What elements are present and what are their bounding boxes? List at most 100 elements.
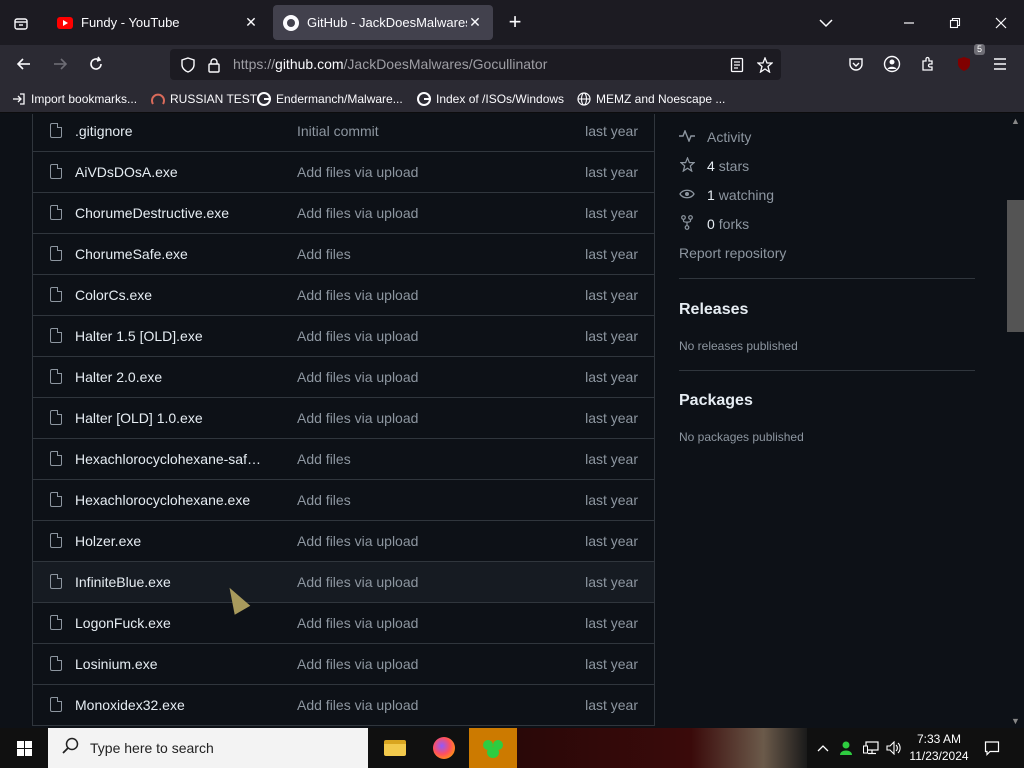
file-row[interactable]: Holzer.exe Add files via upload last year — [33, 520, 654, 561]
close-tab-icon[interactable]: ✕ — [467, 14, 483, 31]
ublock-button[interactable]: 5 — [949, 44, 985, 79]
scroll-thumb[interactable] — [1007, 200, 1024, 332]
commit-message-link[interactable]: Add files via upload — [297, 615, 418, 631]
file-icon — [50, 123, 62, 138]
extensions-button[interactable] — [913, 49, 943, 79]
show-hidden-icons-button[interactable] — [814, 728, 832, 768]
commit-message-link[interactable]: Add files — [297, 492, 351, 508]
releases-heading[interactable]: Releases — [679, 301, 748, 319]
taskbar-firefox[interactable] — [420, 728, 468, 768]
minimize-button[interactable] — [886, 0, 932, 45]
commit-message-link[interactable]: Add files via upload — [297, 164, 418, 180]
close-tab-icon[interactable]: ✕ — [243, 14, 259, 31]
file-name-link[interactable]: AiVDsDOsA.exe — [75, 164, 178, 180]
file-name-link[interactable]: ChorumeDestructive.exe — [75, 205, 229, 221]
stars-link[interactable]: 4 stars — [678, 156, 749, 176]
file-row[interactable]: InfiniteBlue.exe Add files via upload last… — [33, 561, 654, 602]
file-name-link[interactable]: Hexachlorocyclohexane-safet... — [75, 451, 265, 467]
tab-list-button[interactable] — [0, 0, 42, 45]
commit-message-link[interactable]: Initial commit — [297, 123, 379, 139]
file-row[interactable]: Losinium.exe Add files via upload last yea… — [33, 643, 654, 684]
file-name-link[interactable]: Losinium.exe — [75, 656, 158, 672]
file-row[interactable]: Halter [OLD] 1.0.exe Add files via upload… — [33, 397, 654, 438]
url-text[interactable]: https://github.com/JackDoesMalwares/Gocu… — [233, 49, 547, 80]
commit-message-link[interactable]: Add files via upload — [297, 287, 418, 303]
file-name-link[interactable]: Hexachlorocyclohexane.exe — [75, 492, 250, 508]
file-name-link[interactable]: Halter 1.5 [OLD].exe — [75, 328, 203, 344]
file-row[interactable]: Halter 2.0.exe Add files via upload last y… — [33, 356, 654, 397]
tab-youtube[interactable]: Fundy - YouTube ✕ — [47, 5, 269, 40]
activity-link[interactable]: Activity — [679, 127, 751, 147]
file-row[interactable]: Hexachlorocyclohexane-safet... Add files l… — [33, 438, 654, 479]
watchers-link[interactable]: 1 watching — [679, 185, 774, 205]
file-name-link[interactable]: Monoxidex32.exe — [75, 697, 185, 713]
file-row[interactable]: .gitignore Initial commit last year — [33, 114, 654, 151]
file-name-link[interactable]: LogonFuck.exe — [75, 615, 171, 631]
taskbar-search-box[interactable]: Type here to search — [48, 728, 368, 768]
restore-button[interactable] — [932, 0, 978, 45]
packages-heading[interactable]: Packages — [679, 392, 753, 410]
file-icon — [50, 246, 62, 261]
start-button[interactable] — [0, 728, 48, 768]
network-button[interactable] — [860, 728, 882, 768]
notifications-button[interactable] — [978, 728, 1006, 768]
reload-button[interactable] — [81, 49, 111, 79]
taskbar-active-app[interactable] — [469, 728, 517, 768]
commit-message-link[interactable]: Add files — [297, 451, 351, 467]
file-name-link[interactable]: ChorumeSafe.exe — [75, 246, 188, 262]
commit-message-link[interactable]: Add files via upload — [297, 410, 418, 426]
taskbar-file-explorer[interactable] — [371, 728, 419, 768]
commit-message-link[interactable]: Add files via upload — [297, 656, 418, 672]
file-name-link[interactable]: Halter 2.0.exe — [75, 369, 162, 385]
file-row[interactable]: AiVDsDOsA.exe Add files via upload last ye… — [33, 151, 654, 192]
tab-github[interactable]: GitHub - JackDoesMalwares/Gocullinator ✕ — [273, 5, 493, 40]
google-icon — [417, 92, 431, 106]
bookmark-endermanch[interactable]: Endermanch/Malware... — [257, 89, 403, 109]
commit-message-link[interactable]: Add files via upload — [297, 369, 418, 385]
forward-button[interactable] — [45, 49, 75, 79]
file-row[interactable]: Halter 1.5 [OLD].exe Add files via upload… — [33, 315, 654, 356]
volume-button[interactable] — [883, 728, 905, 768]
forks-link[interactable]: 0 forks — [679, 214, 749, 234]
file-row[interactable]: ColorCs.exe Add files via upload last year — [33, 274, 654, 315]
shield-icon[interactable] — [178, 55, 198, 75]
close-window-button[interactable] — [978, 0, 1024, 45]
reader-view-icon[interactable] — [727, 55, 747, 75]
tray-app-icon[interactable] — [836, 728, 856, 768]
star-bookmark-icon[interactable] — [755, 55, 775, 75]
file-name-link[interactable]: ColorCs.exe — [75, 287, 152, 303]
file-name-link[interactable]: InfiniteBlue.exe — [75, 574, 171, 590]
commit-message-link[interactable]: Add files — [297, 246, 351, 262]
commit-message-link[interactable]: Add files via upload — [297, 574, 418, 590]
file-row[interactable]: Hexachlorocyclohexane.exe Add files last y… — [33, 479, 654, 520]
bookmark-memz[interactable]: MEMZ and Noescape ... — [577, 89, 725, 109]
file-name-link[interactable]: Halter [OLD] 1.0.exe — [75, 410, 203, 426]
commit-message-link[interactable]: Add files via upload — [297, 205, 418, 221]
file-row[interactable]: ChorumeSafe.exe Add files last year — [33, 233, 654, 274]
forks-count: 0 — [707, 216, 715, 232]
file-name-link[interactable]: Holzer.exe — [75, 533, 141, 549]
address-bar[interactable]: https://github.com/JackDoesMalwares/Gocu… — [170, 49, 781, 80]
file-row[interactable]: ChorumeDestructive.exe Add files via uplo… — [33, 192, 654, 233]
commit-message-link[interactable]: Add files via upload — [297, 533, 418, 549]
pocket-button[interactable] — [841, 49, 871, 79]
commit-message-link[interactable]: Add files via upload — [297, 328, 418, 344]
list-all-tabs-button[interactable] — [803, 0, 849, 45]
commit-message-link[interactable]: Add files via upload — [297, 697, 418, 713]
file-row[interactable]: LogonFuck.exe Add files via upload last ye… — [33, 602, 654, 643]
bookmark-russian-test[interactable]: RUSSIAN TEST — [151, 89, 257, 109]
page-scrollbar[interactable]: ▲ ▼ — [1007, 114, 1024, 728]
scroll-up-arrow[interactable]: ▲ — [1007, 114, 1024, 128]
menu-button[interactable] — [985, 49, 1015, 79]
scroll-down-arrow[interactable]: ▼ — [1007, 714, 1024, 728]
lock-icon[interactable] — [204, 55, 224, 75]
account-button[interactable] — [877, 49, 907, 79]
bookmark-import[interactable]: Import bookmarks... — [12, 89, 137, 109]
bookmark-isos-windows[interactable]: Index of /ISOs/Windows — [417, 89, 564, 109]
file-name-link[interactable]: .gitignore — [75, 123, 133, 139]
back-button[interactable] — [9, 49, 39, 79]
file-row[interactable]: Monoxidex32.exe Add files via upload last … — [33, 684, 654, 725]
new-tab-button[interactable]: + — [503, 8, 527, 36]
report-repository-link[interactable]: Report repository — [679, 243, 786, 263]
taskbar-clock[interactable]: 7:33 AM 11/23/2024 — [908, 731, 970, 765]
